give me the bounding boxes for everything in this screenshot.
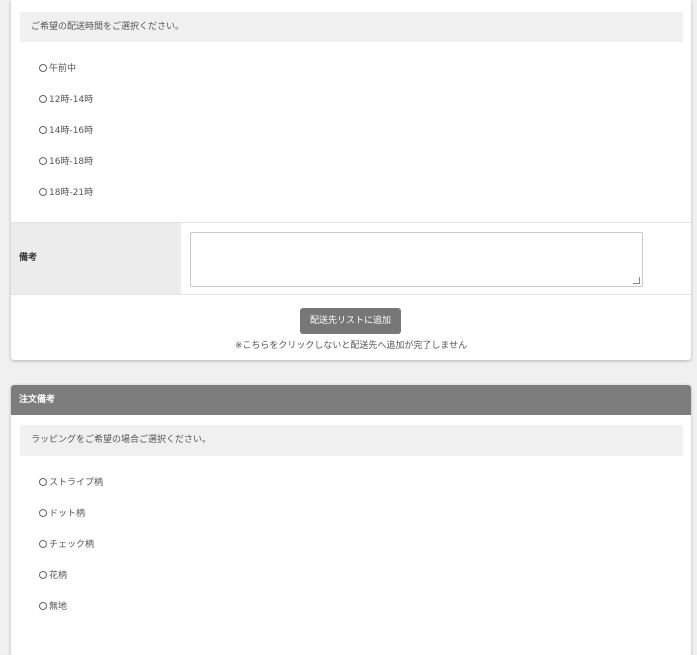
time-option-label: 午前中 [49, 64, 77, 74]
radio-button[interactable] [39, 156, 47, 165]
time-option-label: 14時-16時 [49, 126, 94, 136]
radio-button[interactable] [39, 94, 47, 103]
wrapping-option-label: ストライプ柄 [49, 478, 104, 488]
time-option-label: 16時-18時 [49, 157, 94, 167]
add-to-delivery-list-button[interactable]: 配送先リストに追加 [300, 308, 401, 334]
wrapping-option-stripe[interactable]: ストライプ柄 [39, 475, 103, 488]
time-option-morning[interactable]: 午前中 [39, 61, 76, 74]
wrapping-option-check[interactable]: チェック柄 [39, 537, 94, 550]
radio-button[interactable] [39, 570, 47, 579]
wrapping-note: ラッピングをご希望の場合ご選択ください。 [20, 425, 683, 456]
wrapping-option-plain[interactable]: 無地 [39, 599, 67, 612]
radio-button[interactable] [39, 477, 47, 486]
time-option-12-14[interactable]: 12時-14時 [39, 92, 93, 105]
time-option-label: 18時-21時 [49, 188, 94, 198]
time-option-18-21[interactable]: 18時-21時 [39, 185, 93, 198]
memo-textarea[interactable] [190, 232, 643, 287]
order-note-card: 注文備考 ラッピングをご希望の場合ご選択ください。 ストライプ柄 ドット柄 チェ… [11, 385, 691, 655]
delivery-time-note: ご希望の配送時間をご選択ください。 [20, 12, 683, 42]
wrapping-option-label: ドット柄 [49, 509, 86, 519]
radio-button[interactable] [39, 125, 47, 134]
wrapping-option-floral[interactable]: 花柄 [39, 568, 67, 581]
time-option-14-16[interactable]: 14時-16時 [39, 123, 93, 136]
resize-handle-icon[interactable] [633, 277, 640, 284]
order-note-title: 注文備考 [11, 385, 691, 415]
wrapping-option-label: 無地 [49, 602, 68, 612]
wrapping-option-label: 花柄 [49, 571, 68, 581]
wrapping-option-label: チェック柄 [49, 540, 95, 550]
memo-row: 備考 [11, 222, 691, 295]
memo-label: 備考 [11, 223, 181, 294]
radio-button[interactable] [39, 539, 47, 548]
delivery-card: ご希望の配送時間をご選択ください。 午前中 12時-14時 14時-16時 16… [11, 0, 691, 360]
wrapping-option-dot[interactable]: ドット柄 [39, 506, 85, 519]
time-option-16-18[interactable]: 16時-18時 [39, 154, 93, 167]
time-option-label: 12時-14時 [49, 95, 94, 105]
radio-button[interactable] [39, 63, 47, 72]
radio-button[interactable] [39, 187, 47, 196]
radio-button[interactable] [39, 508, 47, 517]
radio-button[interactable] [39, 601, 47, 610]
add-button-note: ※こちらをクリックしないと配送先へ追加が完了しません [234, 341, 468, 351]
